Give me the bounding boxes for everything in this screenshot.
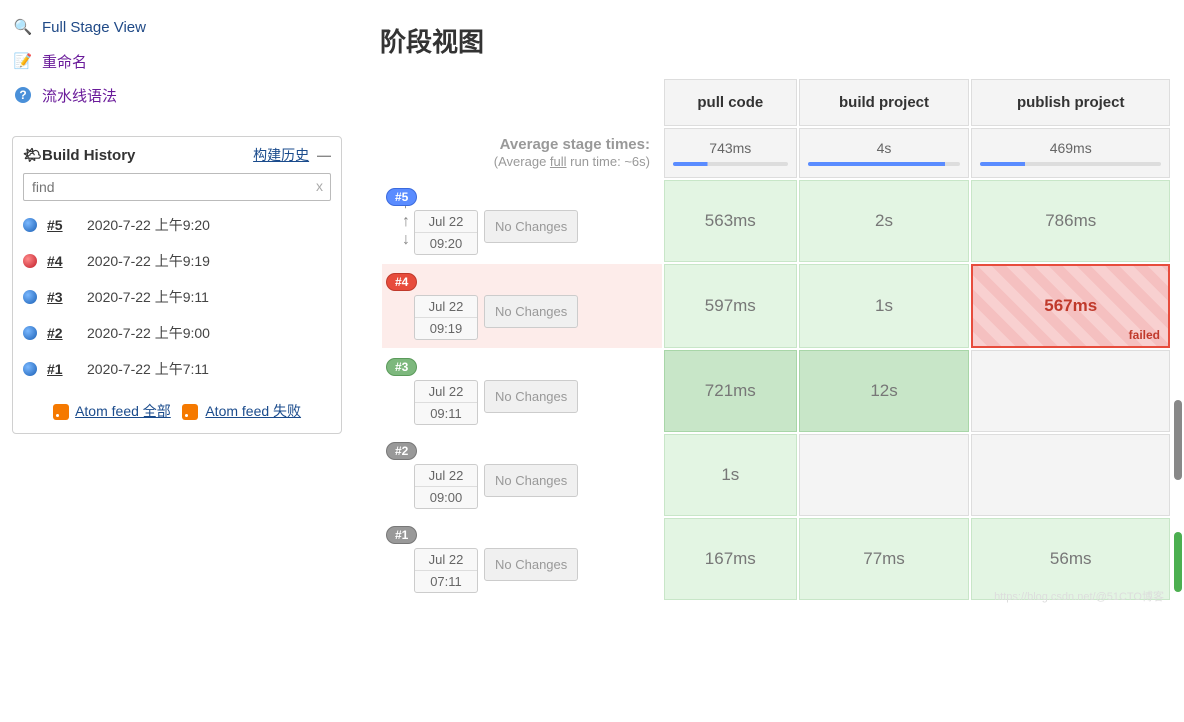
stage-cell[interactable]: 597ms: [664, 264, 797, 348]
run-datetime: Jul 2209:00: [414, 464, 478, 509]
build-history-title-text: Build History: [42, 147, 135, 164]
no-changes-box[interactable]: No Changes: [484, 548, 578, 581]
nav-rename-link[interactable]: 重命名: [42, 51, 87, 72]
run-datetime: Jul 2209:20: [414, 210, 478, 255]
stage-header: publish project: [971, 79, 1170, 126]
history-search-clear[interactable]: x: [316, 178, 323, 194]
build-history-row[interactable]: #2 2020-7-22 上午9:00: [23, 315, 331, 351]
stage-table: pull code build project publish project …: [380, 77, 1172, 602]
edit-icon: 📝: [12, 50, 34, 72]
build-history-link[interactable]: 构建历史: [253, 147, 309, 163]
build-number[interactable]: #4: [47, 253, 87, 269]
sun-icon: 🌤: [23, 146, 42, 164]
nav-pipeline-syntax-link[interactable]: 流水线语法: [42, 85, 117, 106]
rss-icon: [182, 404, 198, 420]
build-date: 2020-7-22 上午9:19: [87, 251, 210, 271]
avg-cell: 743ms: [664, 128, 797, 178]
nav-pipeline-syntax[interactable]: ? 流水线语法: [12, 78, 368, 112]
run-datetime: Jul 2209:11: [414, 380, 478, 425]
stage-cell[interactable]: 1s: [799, 264, 970, 348]
avg-label: Average stage times: (Average full run t…: [382, 128, 662, 178]
status-ball-icon: [23, 290, 37, 304]
stage-cell[interactable]: 2s: [799, 180, 970, 262]
run-label: #2 Jul 2209:00 No Changes: [382, 434, 662, 516]
run-label: #4 Jul 2209:19 No Changes: [382, 264, 662, 348]
nav-rename[interactable]: 📝 重命名: [12, 44, 368, 78]
run-badge[interactable]: #1: [386, 526, 417, 544]
stage-view-title: 阶段视图: [380, 22, 1172, 59]
stage-header: build project: [799, 79, 970, 126]
build-date: 2020-7-22 上午9:11: [87, 287, 209, 307]
stage-cell-empty: [971, 434, 1170, 516]
build-number[interactable]: #5: [47, 217, 87, 233]
status-ball-icon: [23, 254, 37, 268]
magnifier-icon: 🔍: [12, 16, 34, 38]
stage-cell-empty: [799, 434, 970, 516]
avg-cell: 469ms: [971, 128, 1170, 178]
stage-cell-empty: [971, 350, 1170, 432]
run-badge[interactable]: #5: [386, 188, 417, 206]
build-number[interactable]: #2: [47, 325, 87, 341]
no-changes-box[interactable]: No Changes: [484, 295, 578, 328]
rss-icon: [53, 404, 69, 420]
run-badge[interactable]: #2: [386, 442, 417, 460]
build-date: 2020-7-22 上午9:00: [87, 323, 210, 343]
stage-cell[interactable]: 563ms: [664, 180, 797, 262]
status-ball-icon: [23, 218, 37, 232]
stage-cell[interactable]: 77ms: [799, 518, 970, 600]
stage-run-row: #3 Jul 2209:11 No Changes 721ms12s: [382, 350, 1170, 432]
build-history-title: 🌤 Build History: [23, 146, 135, 164]
stage-cell[interactable]: 167ms: [664, 518, 797, 600]
run-badge[interactable]: #4: [386, 273, 417, 291]
build-date: 2020-7-22 上午7:11: [87, 359, 209, 379]
stage-run-row: #4 Jul 2209:19 No Changes 597ms1s567msfa…: [382, 264, 1170, 348]
stage-run-row: #2 Jul 2209:00 No Changes 1s: [382, 434, 1170, 516]
run-label: #3 Jul 2209:11 No Changes: [382, 350, 662, 432]
nav-full-stage-view[interactable]: 🔍 Full Stage View: [12, 10, 368, 44]
build-history-row[interactable]: #3 2020-7-22 上午9:11: [23, 279, 331, 315]
svg-text:?: ?: [19, 88, 26, 102]
run-badge[interactable]: #3: [386, 358, 417, 376]
no-changes-box[interactable]: No Changes: [484, 210, 578, 243]
run-label: #1 Jul 2207:11 No Changes: [382, 518, 662, 600]
status-ball-icon: [23, 326, 37, 340]
stage-run-row: #5 Jul 2209:20 No Changes 563ms2s786ms: [382, 180, 1170, 262]
no-changes-box[interactable]: No Changes: [484, 464, 578, 497]
run-datetime: Jul 2209:19: [414, 295, 478, 340]
stage-cell-failed[interactable]: 567msfailed: [971, 264, 1170, 348]
history-collapse-toggle[interactable]: —: [317, 147, 331, 163]
nav-full-stage-link[interactable]: Full Stage View: [42, 19, 146, 36]
stage-cell[interactable]: 1s: [664, 434, 797, 516]
history-search-input[interactable]: [23, 173, 331, 201]
stage-cell[interactable]: 721ms: [664, 350, 797, 432]
avg-cell: 4s: [799, 128, 970, 178]
build-history-row[interactable]: #5 2020-7-22 上午9:20: [23, 207, 331, 243]
watermark: https://blog.csdn.net/@51CTO博客: [994, 588, 1164, 604]
run-label: #5 Jul 2209:20 No Changes: [382, 180, 662, 262]
no-changes-box[interactable]: No Changes: [484, 380, 578, 413]
help-icon: ?: [12, 84, 34, 106]
stage-cell[interactable]: 12s: [799, 350, 970, 432]
stage-cell[interactable]: 786ms: [971, 180, 1170, 262]
scrollbar-thumb[interactable]: [1174, 400, 1182, 480]
build-number[interactable]: #3: [47, 289, 87, 305]
run-datetime: Jul 2207:11: [414, 548, 478, 593]
build-number[interactable]: #1: [47, 361, 87, 377]
build-history-row[interactable]: #4 2020-7-22 上午9:19: [23, 243, 331, 279]
status-ball-icon: [23, 362, 37, 376]
atom-feed-fail[interactable]: Atom feed 失败: [205, 403, 301, 419]
build-history-box: 🌤 Build History 构建历史 — x #5 2020-7-22 上午…: [12, 136, 342, 434]
build-date: 2020-7-22 上午9:20: [87, 215, 210, 235]
scrollbar-indicator: [1174, 532, 1182, 592]
build-history-row[interactable]: #1 2020-7-22 上午7:11: [23, 351, 331, 387]
atom-feed-all[interactable]: Atom feed 全部: [75, 403, 171, 419]
stage-header: pull code: [664, 79, 797, 126]
